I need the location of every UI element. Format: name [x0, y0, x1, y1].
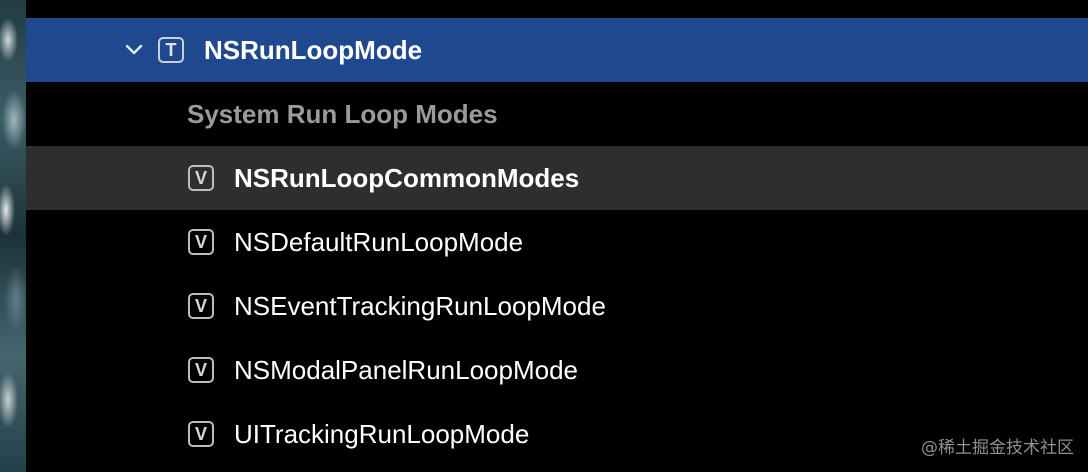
chevron-down-icon[interactable]: [124, 40, 144, 60]
section-header-system-run-loop-modes: System Run Loop Modes: [26, 82, 1088, 146]
variable-badge-icon: V: [188, 293, 214, 319]
watermark-text: @稀土掘金技术社区: [921, 438, 1074, 458]
desktop-wallpaper-edge: [0, 0, 26, 472]
outline-row-nsrunloopcommonmodes[interactable]: V NSRunLoopCommonModes: [26, 146, 1088, 210]
variable-badge-icon: V: [188, 421, 214, 447]
outline-row-nsmodalpanelrunloopmode[interactable]: V NSModalPanelRunLoopMode: [26, 338, 1088, 402]
variable-badge-icon: V: [188, 229, 214, 255]
section-header-label: System Run Loop Modes: [187, 99, 498, 129]
outline-row-nseventtrackingrunloopmode[interactable]: V NSEventTrackingRunLoopMode: [26, 274, 1088, 338]
symbol-outline-list: T NSRunLoopMode System Run Loop Modes V …: [26, 0, 1088, 472]
variable-label: NSDefaultRunLoopMode: [234, 227, 524, 257]
variable-badge-icon: V: [188, 357, 214, 383]
variable-label: UITrackingRunLoopMode: [234, 419, 530, 449]
type-badge-icon: T: [158, 37, 184, 63]
variable-label: NSModalPanelRunLoopMode: [234, 355, 579, 385]
type-label: NSRunLoopMode: [204, 35, 423, 65]
variable-label: NSRunLoopCommonModes: [234, 163, 580, 193]
outline-row-type-nsrunloopmode[interactable]: T NSRunLoopMode: [26, 18, 1088, 82]
outline-row-nsdefaultrunloopmode[interactable]: V NSDefaultRunLoopMode: [26, 210, 1088, 274]
variable-badge-icon: V: [188, 165, 214, 191]
xcode-outline-window: T NSRunLoopMode System Run Loop Modes V …: [0, 0, 1088, 472]
variable-label: NSEventTrackingRunLoopMode: [234, 291, 606, 321]
